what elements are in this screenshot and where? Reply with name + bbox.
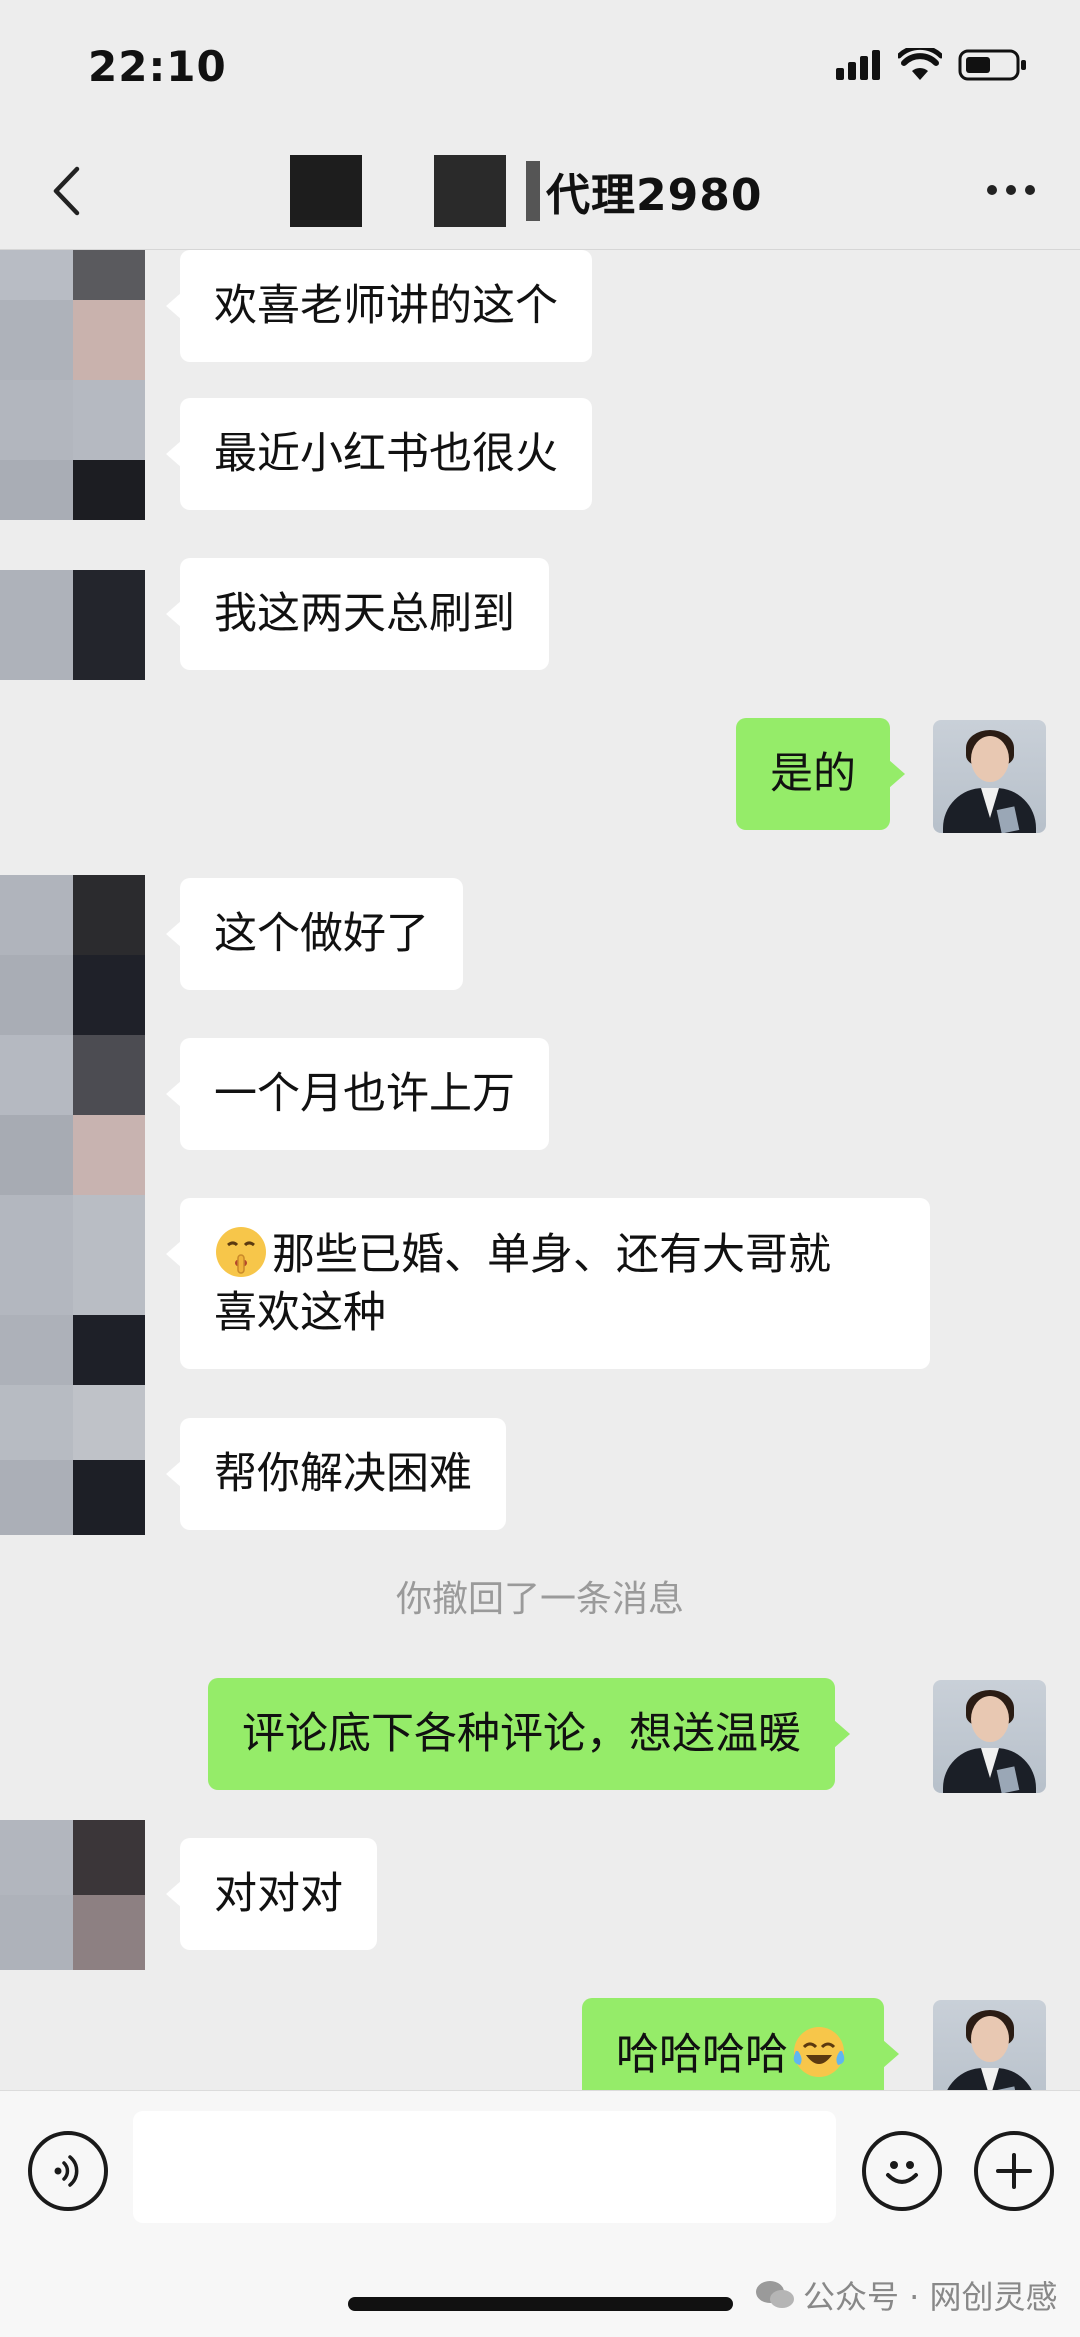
contact-avatar-blurred[interactable]	[0, 570, 145, 680]
wifi-icon	[898, 48, 942, 80]
chat-title: 代理2980	[546, 170, 763, 221]
contact-avatar-blurred[interactable]	[0, 1385, 145, 1535]
outgoing-message[interactable]: 评论底下各种评论，想送温暖	[208, 1678, 850, 1790]
incoming-message[interactable]: 那些已婚、单身、还有大哥就 喜欢这种	[166, 1198, 930, 1369]
status-icons	[836, 48, 1028, 82]
incoming-message[interactable]: 对对对	[166, 1838, 377, 1950]
message-line: 喜欢这种	[214, 1288, 386, 1338]
my-avatar[interactable]	[933, 720, 1046, 833]
my-avatar[interactable]	[933, 2000, 1046, 2090]
shushing-face-emoji-icon	[214, 1225, 268, 1279]
message-input[interactable]	[133, 2111, 836, 2223]
incoming-message[interactable]: 这个做好了	[166, 878, 463, 990]
back-button[interactable]	[36, 156, 96, 226]
message-text: 哈哈哈哈	[616, 2030, 788, 2080]
cellular-signal-icon	[836, 50, 880, 80]
redaction-block	[526, 161, 540, 221]
smiley-icon	[886, 2161, 918, 2184]
crying-laughing-emoji-icon	[792, 2025, 846, 2079]
incoming-message[interactable]: 帮你解决困难	[166, 1418, 506, 1530]
contact-avatar-blurred[interactable]	[0, 250, 145, 520]
watermark: 公众号 · 网创灵感	[755, 2272, 1058, 2318]
watermark-text: 公众号 · 网创灵感	[803, 2278, 1058, 2316]
contact-avatar-blurred[interactable]	[0, 875, 145, 1315]
incoming-message[interactable]: 我这两天总刷到	[166, 558, 549, 670]
plus-icon	[996, 2153, 1032, 2189]
redaction-block	[290, 155, 362, 227]
more-dot-icon	[1025, 185, 1035, 195]
message-line: 那些已婚、单身、还有大哥就	[272, 1230, 831, 1280]
emoji-button[interactable]	[862, 2131, 942, 2211]
chat-title-area: 代理2980	[290, 146, 762, 236]
contact-avatar-blurred[interactable]	[0, 1820, 145, 1970]
more-functions-button[interactable]	[974, 2131, 1054, 2211]
more-dot-icon	[987, 185, 997, 195]
voice-button[interactable]	[28, 2131, 108, 2211]
outgoing-message[interactable]: 是的	[736, 718, 905, 830]
more-dot-icon	[1006, 185, 1016, 195]
battery-icon	[958, 49, 1026, 81]
voice-icon	[54, 2155, 79, 2187]
incoming-message[interactable]: 最近小红书也很火	[166, 398, 592, 510]
incoming-message[interactable]: 欢喜老师讲的这个	[166, 250, 592, 362]
more-options-button[interactable]	[976, 160, 1046, 220]
status-time: 22:10	[88, 42, 227, 91]
my-avatar[interactable]	[933, 1680, 1046, 1793]
redaction-block	[434, 155, 506, 227]
incoming-message[interactable]: 一个月也许上万	[166, 1038, 549, 1150]
home-indicator[interactable]	[348, 2297, 733, 2311]
message-list[interactable]: 欢喜老师讲的这个 最近小红书也很火 我这两天总刷到 是的 这个做好了 一个月也许…	[0, 250, 1080, 2090]
status-bar: 22:10	[0, 0, 1080, 130]
chevron-left-icon	[53, 166, 80, 216]
outgoing-message[interactable]: 哈哈哈哈	[582, 1998, 899, 2090]
chat-header: 代理2980	[0, 130, 1080, 250]
recall-notice: 你撤回了一条消息	[395, 1579, 684, 1620]
wechat-logo-icon	[756, 2281, 794, 2308]
